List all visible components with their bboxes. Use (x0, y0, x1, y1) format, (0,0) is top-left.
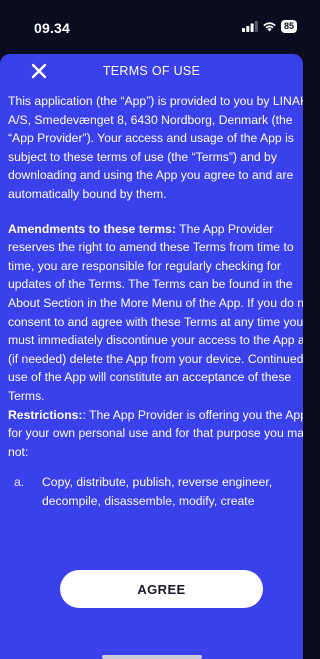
status-bar: 09.34 85 (0, 0, 303, 46)
list-item: a. Copy, distribute, publish, reverse en… (8, 473, 303, 510)
sheet-header: TERMS OF USE (0, 54, 303, 88)
amendments-text: The App Provider reserves the right to a… (8, 221, 303, 403)
list-marker: a. (14, 475, 25, 490)
battery-icon: 85 (280, 20, 297, 33)
terms-sheet: TERMS OF USE This application (the “App”… (0, 54, 303, 659)
page-title: TERMS OF USE (102, 64, 201, 78)
wifi-icon (263, 22, 276, 32)
terms-intro: This application (the “App”) is provided… (8, 94, 303, 201)
restrictions-heading: Restrictions: (8, 407, 83, 422)
phone-screen: 09.34 85 TERMS OF USE This application (… (0, 0, 303, 659)
home-indicator[interactable] (102, 655, 202, 659)
agree-button[interactable]: AGREE (60, 570, 263, 608)
list-item-text: Copy, distribute, publish, reverse engin… (42, 475, 273, 508)
amendments-heading: Amendments to these terms: (8, 221, 176, 236)
restrictions-paragraph: Restrictions:: The App Provider is offer… (8, 406, 303, 462)
close-icon[interactable] (30, 62, 48, 80)
status-icons: 85 (241, 20, 297, 33)
signal-icon (241, 21, 258, 32)
amendments-paragraph: Amendments to these terms: The App Provi… (8, 220, 303, 406)
terms-content[interactable]: This application (the “App”) is provided… (0, 92, 303, 510)
status-time: 09.34 (34, 20, 71, 36)
